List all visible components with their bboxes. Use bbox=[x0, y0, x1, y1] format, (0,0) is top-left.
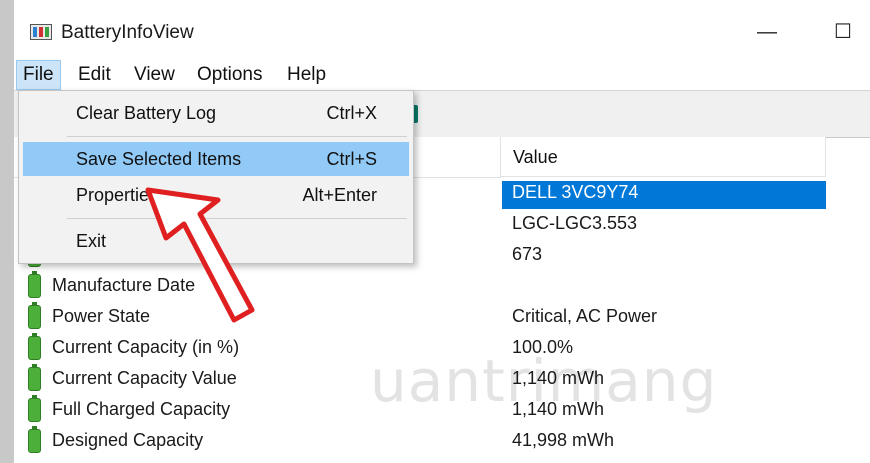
maximize-button[interactable]: ☐ bbox=[826, 18, 860, 48]
menu-options[interactable]: Options bbox=[191, 60, 268, 90]
menu-separator bbox=[67, 136, 407, 137]
menu-view[interactable]: View bbox=[128, 60, 181, 90]
row-value: 41,998 mWh bbox=[512, 430, 615, 450]
menu-item-shortcut: Alt+Enter bbox=[302, 185, 377, 205]
desktop-edge bbox=[0, 0, 14, 463]
row-value: Critical, AC Power bbox=[512, 306, 658, 326]
menu-item-shortcut: Ctrl+S bbox=[326, 149, 377, 169]
minimize-button[interactable]: — bbox=[750, 18, 784, 48]
menu-item-label: Clear Battery Log bbox=[76, 103, 217, 123]
column-header-value[interactable]: Value bbox=[501, 137, 826, 177]
row-value: LGC-LGC3.553 bbox=[512, 213, 638, 233]
main-window: BatteryInfoView — ☐ File Edit View Optio… bbox=[14, 0, 870, 463]
red-annotation-arrow-icon bbox=[145, 187, 255, 323]
table-row[interactable]: Current Capacity (in %) 100.0% bbox=[14, 332, 828, 363]
title-bar[interactable]: BatteryInfoView — ☐ bbox=[14, 10, 870, 54]
row-value: 1,140 mWh bbox=[512, 368, 605, 388]
table-row[interactable]: Current Capacity Value 1,140 mWh bbox=[14, 363, 828, 394]
menu-edit[interactable]: Edit bbox=[72, 60, 117, 90]
row-value: DELL 3VC9Y74 bbox=[512, 182, 639, 202]
menu-item-clear-battery-log[interactable]: Clear Battery Log Ctrl+X bbox=[23, 96, 409, 130]
battery-icon bbox=[28, 426, 41, 453]
row-value: 1,140 mWh bbox=[512, 399, 605, 419]
battery-icon bbox=[28, 395, 41, 422]
menu-help[interactable]: Help bbox=[281, 60, 332, 90]
battery-icon bbox=[28, 364, 41, 391]
menu-file[interactable]: File bbox=[16, 60, 61, 90]
menu-item-label: Exit bbox=[76, 231, 107, 251]
row-name: Designed Capacity bbox=[52, 430, 204, 450]
menu-item-shortcut: Ctrl+X bbox=[326, 103, 377, 123]
window-title: BatteryInfoView bbox=[61, 22, 194, 43]
table-row[interactable]: Full Charged Capacity 1,140 mWh bbox=[14, 394, 828, 425]
battery-icon bbox=[28, 302, 41, 329]
battery-icon bbox=[28, 271, 41, 298]
battery-icon bbox=[28, 333, 41, 360]
row-name: Current Capacity Value bbox=[52, 368, 237, 388]
table-row[interactable]: Designed Capacity 41,998 mWh bbox=[14, 425, 828, 456]
battery-app-icon bbox=[30, 24, 52, 40]
menu-bar: File Edit View Options Help bbox=[14, 60, 870, 90]
row-name: Full Charged Capacity bbox=[52, 399, 231, 419]
row-name: Current Capacity (in %) bbox=[52, 337, 240, 357]
row-value: 673 bbox=[512, 244, 543, 264]
row-value: 100.0% bbox=[512, 337, 574, 357]
